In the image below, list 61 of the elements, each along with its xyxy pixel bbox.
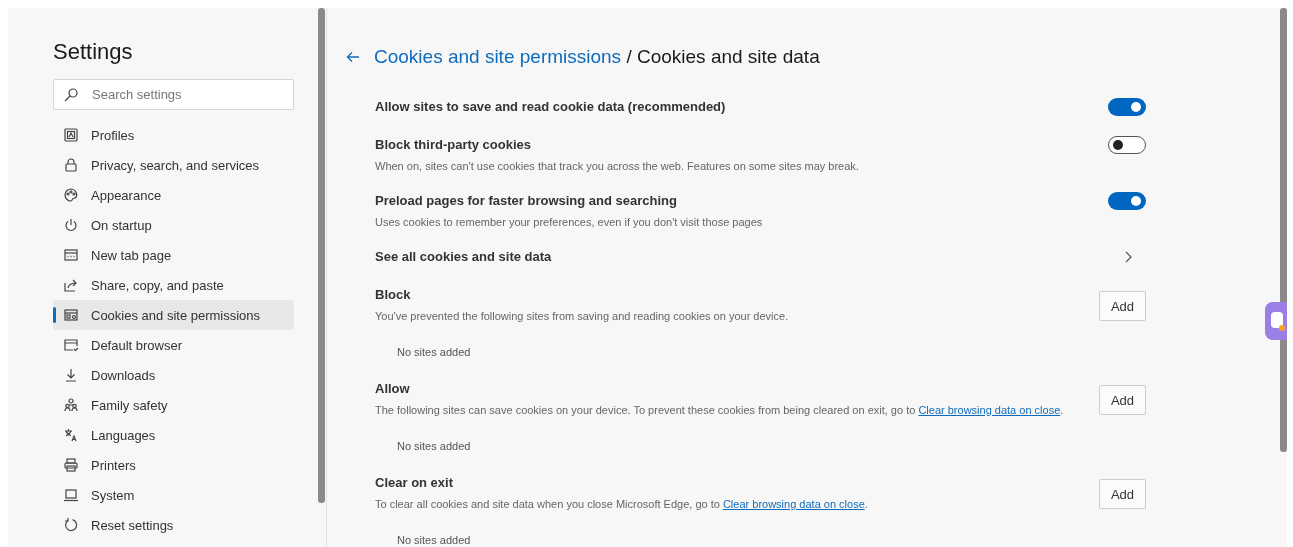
chevron-right-icon[interactable] bbox=[1123, 250, 1133, 264]
search-icon bbox=[63, 87, 79, 103]
toggle-switch[interactable] bbox=[1108, 136, 1146, 154]
setting-title: Block bbox=[375, 286, 412, 304]
empty-list-text: No sites added bbox=[397, 533, 472, 547]
add-button[interactable]: Add bbox=[1099, 385, 1146, 415]
empty-list-text: No sites added bbox=[397, 345, 472, 360]
new-tab-icon bbox=[63, 247, 79, 263]
page-title: Cookies and site data bbox=[636, 46, 820, 67]
search-field[interactable]: Search settings bbox=[53, 79, 294, 110]
profile-icon bbox=[63, 127, 79, 143]
scrollbar[interactable] bbox=[318, 8, 325, 503]
download-icon bbox=[63, 367, 79, 383]
sidebar-item[interactable]: System bbox=[53, 480, 294, 510]
laptop-icon bbox=[63, 487, 79, 503]
setting-title: Block third-party cookies bbox=[375, 136, 533, 154]
setting-title: See all cookies and site data bbox=[375, 248, 553, 266]
sidebar-item[interactable]: Downloads bbox=[53, 360, 294, 390]
setting-description: To clear all cookies and site data when you close Microsoft Edge, go to Clear browsing data on close. bbox=[375, 497, 869, 512]
setting-title: Preload pages for faster browsing and searching bbox=[375, 192, 678, 210]
toggle-switch[interactable] bbox=[1108, 192, 1146, 210]
add-button[interactable]: Add bbox=[1099, 479, 1146, 509]
settings-title: Settings bbox=[53, 38, 134, 66]
sidebar-item[interactable]: Default browser bbox=[53, 330, 294, 360]
setting-description: Uses cookies to remember your preferences, even if you don't visit those pages bbox=[375, 215, 764, 230]
scrollbar[interactable] bbox=[1280, 8, 1287, 452]
share-icon bbox=[63, 277, 79, 293]
setting-title: Allow sites to save and read cookie data (recommended) bbox=[375, 98, 727, 116]
sidebar-item[interactable]: Privacy, search, and services bbox=[53, 150, 294, 180]
sidebar-item[interactable]: Reset settings bbox=[53, 510, 294, 540]
breadcrumb-link[interactable]: Cookies and site permissions bbox=[374, 46, 622, 67]
sidebar-item[interactable]: Cookies and site permissions bbox=[53, 300, 294, 330]
sidebar-item[interactable]: Printers bbox=[53, 450, 294, 480]
sidebar-item[interactable]: On startup bbox=[53, 210, 294, 240]
setting-title: Clear on exit bbox=[375, 474, 455, 492]
clear-browsing-data-link[interactable]: Clear browsing data on close bbox=[722, 498, 865, 510]
sidebar-item[interactable]: Profiles bbox=[53, 120, 294, 150]
browser-window-icon bbox=[63, 337, 79, 353]
sidebar-item[interactable]: Share, copy, and paste bbox=[53, 270, 294, 300]
cookie-settings-icon bbox=[63, 307, 79, 323]
reset-icon bbox=[63, 517, 79, 533]
back-arrow-icon[interactable] bbox=[346, 51, 360, 63]
toggle-switch[interactable] bbox=[1108, 98, 1146, 116]
printer-icon bbox=[63, 457, 79, 473]
power-icon bbox=[63, 217, 79, 233]
languages-icon bbox=[63, 427, 79, 443]
sidebar-item[interactable]: New tab page bbox=[53, 240, 294, 270]
setting-title: Allow bbox=[375, 380, 411, 398]
empty-list-text: No sites added bbox=[397, 439, 472, 454]
setting-description: When on, sites can't use cookies that track you across the web. Features on some sites may break. bbox=[375, 159, 860, 174]
side-panel-tab-icon[interactable] bbox=[1265, 302, 1287, 340]
add-button[interactable]: Add bbox=[1099, 291, 1146, 321]
palette-icon bbox=[63, 187, 79, 203]
lock-icon bbox=[63, 157, 79, 173]
sidebar-item[interactable]: Family safety bbox=[53, 390, 294, 420]
sidebar-item[interactable]: Appearance bbox=[53, 180, 294, 210]
breadcrumb-separator: / bbox=[626, 46, 632, 67]
sidebar-item[interactable]: Languages bbox=[53, 420, 294, 450]
family-icon bbox=[63, 397, 79, 413]
setting-description: The following sites can save cookies on your device. To prevent these cookies from being cleared on exit, go to Clear browsing data on close. bbox=[375, 403, 1065, 418]
setting-description: You've prevented the following sites from saving and reading cookies on your device. bbox=[375, 309, 790, 324]
